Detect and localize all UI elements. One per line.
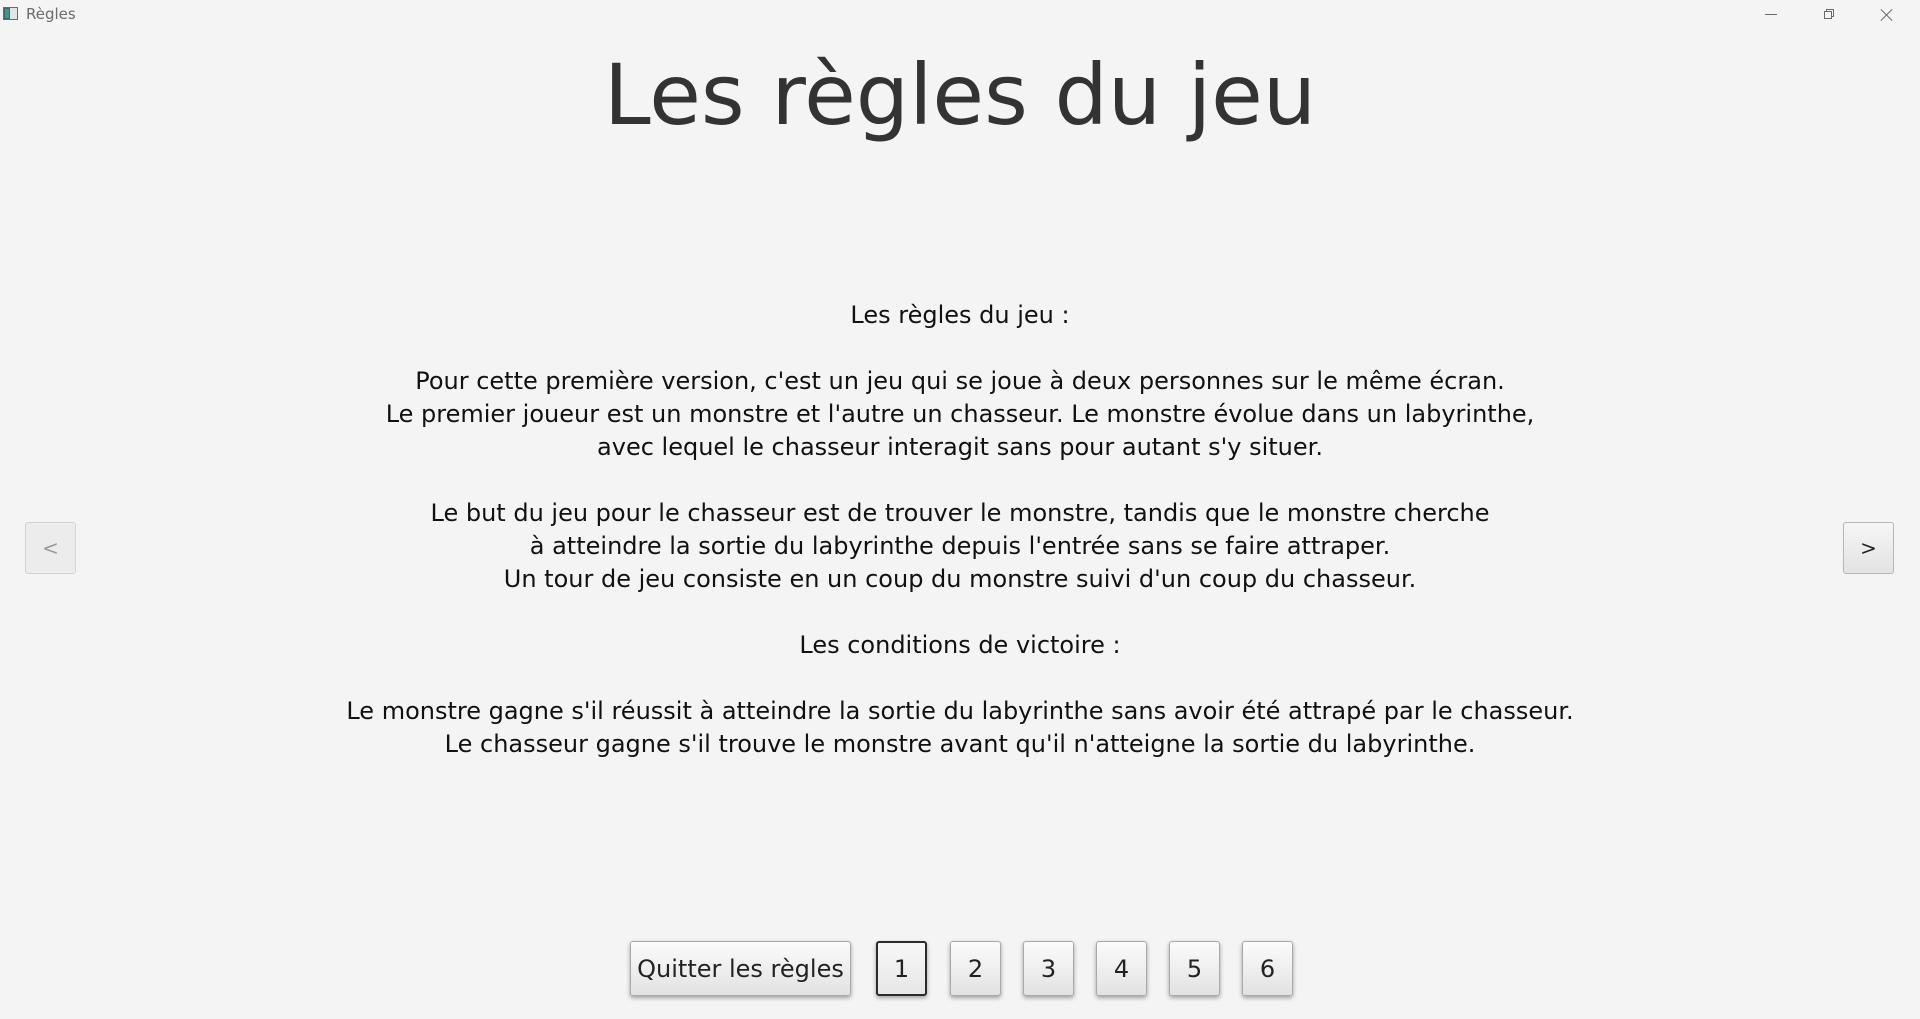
rules-line: Le premier joueur est un monstre et l'au…: [385, 400, 1535, 428]
title-bar: Règles: [0, 0, 1920, 29]
rules-line: Le but du jeu pour le chasseur est de tr…: [430, 499, 1490, 527]
page-6-button[interactable]: 6: [1242, 941, 1293, 996]
victory-heading: Les conditions de victoire :: [799, 631, 1121, 659]
rules-text: Les règles du jeu : Pour cette première …: [300, 299, 1620, 761]
rules-line: Pour cette première version, c'est un je…: [415, 367, 1505, 395]
rules-window: Règles Les règles du jeu Les règles du j…: [0, 0, 1920, 1019]
rules-line: à atteindre la sortie du labyrinthe depu…: [529, 532, 1391, 560]
page-4-button[interactable]: 4: [1096, 941, 1147, 996]
page-3-button[interactable]: 3: [1023, 941, 1074, 996]
app-window-icon: [3, 7, 18, 20]
minimize-icon: [1765, 14, 1777, 15]
next-page-button[interactable]: >: [1843, 522, 1894, 574]
close-button[interactable]: [1858, 0, 1916, 29]
page-title: Les règles du jeu: [603, 46, 1317, 144]
page-1-button[interactable]: 1: [876, 941, 927, 996]
page-5-button[interactable]: 5: [1169, 941, 1220, 996]
rules-line: avec lequel le chasseur interagit sans p…: [597, 433, 1323, 461]
window-title: Règles: [26, 5, 76, 23]
minimize-button[interactable]: [1742, 0, 1800, 29]
page-2-button[interactable]: 2: [950, 941, 1001, 996]
restore-button[interactable]: [1800, 0, 1858, 29]
rules-line: Le chasseur gagne s'il trouve le monstre…: [444, 730, 1476, 758]
quit-rules-button[interactable]: Quitter les règles: [630, 941, 851, 996]
rules-line: Un tour de jeu consiste en un coup du mo…: [503, 565, 1417, 593]
close-icon: [1880, 8, 1894, 22]
previous-page-button[interactable]: <: [25, 522, 76, 574]
restore-icon: [1823, 9, 1835, 20]
rules-heading: Les règles du jeu :: [850, 301, 1070, 329]
rules-line: Le monstre gagne s'il réussit à atteindr…: [346, 697, 1574, 725]
